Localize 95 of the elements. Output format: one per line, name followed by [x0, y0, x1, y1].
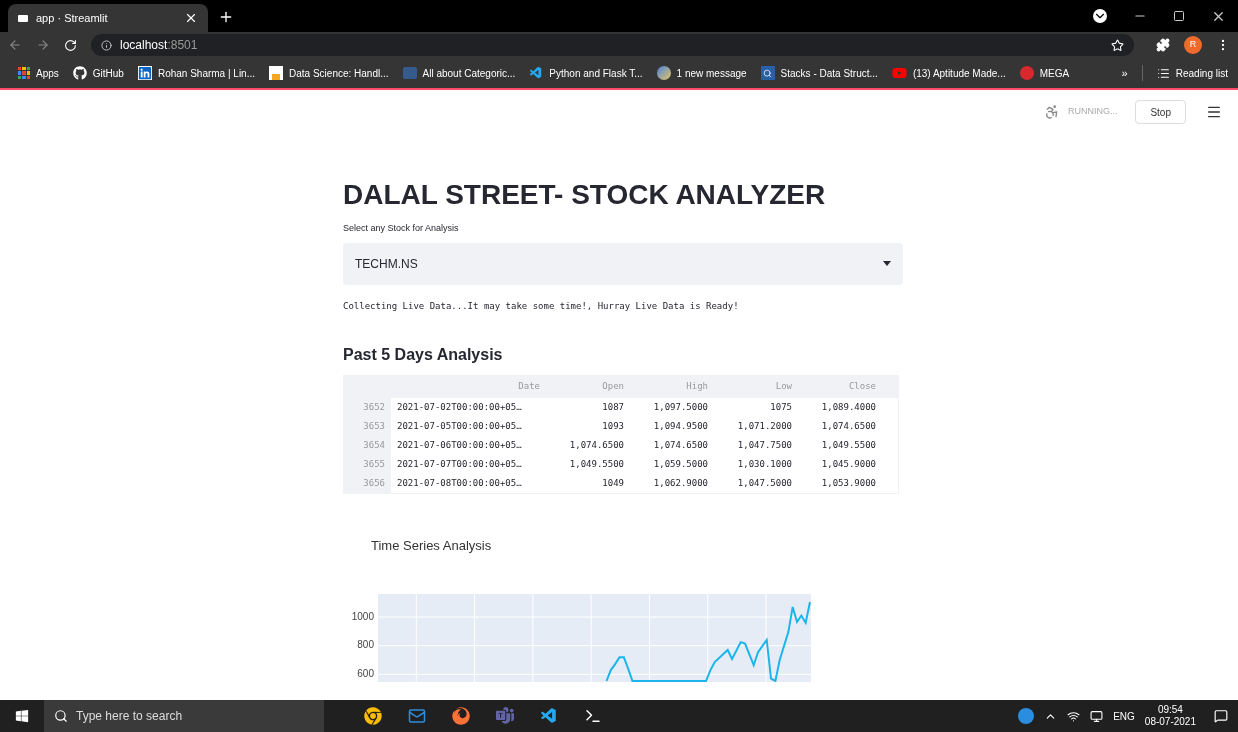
- y-tick-label: 600: [357, 668, 374, 679]
- tab-title: app · Streamlit: [36, 10, 109, 26]
- bookmark-item[interactable]: Data Science: Handl...: [269, 65, 389, 81]
- help-icon[interactable]: [1018, 708, 1035, 724]
- clock-date[interactable]: 08-07-2021: [1144, 716, 1196, 728]
- bookmark-item[interactable]: GitHub: [72, 65, 124, 81]
- table-cell-text: 2021-07-06T00:00:00+05…: [396, 438, 523, 452]
- table-cell-text: 1,053.9000: [820, 476, 877, 490]
- new-tab-icon[interactable]: [218, 9, 234, 25]
- table-cell-text: 2021-07-08T00:00:00+05…: [396, 476, 523, 490]
- running-status: RUNNING...: [1067, 105, 1118, 119]
- table-cell-text: 2021-07-07T00:00:00+05…: [396, 457, 523, 471]
- video-play-icon: [891, 66, 907, 80]
- browser-icon[interactable]: [364, 707, 382, 725]
- notifications-icon[interactable]: [1214, 709, 1228, 723]
- chart-title: Time Series Analysis: [371, 537, 493, 555]
- teams-icon[interactable]: [496, 707, 514, 725]
- running-figure-icon: [1043, 104, 1060, 120]
- bookmark-item[interactable]: 1 new message: [656, 65, 747, 81]
- table-cell-text: 1,030.1000: [736, 457, 793, 471]
- bookmark-overflow[interactable]: »: [1121, 64, 1128, 82]
- taskbar-search-field[interactable]: Type here to search: [44, 700, 324, 732]
- table-cell-text: 1,074.6500: [568, 438, 625, 452]
- table-cell-text: 1,059.5000: [652, 457, 709, 471]
- table-cell-text: 1,049.5500: [820, 438, 877, 452]
- table-cell-text: 1,049.5500: [568, 457, 625, 471]
- clock-time[interactable]: 09:54: [1157, 704, 1183, 716]
- table-cell-text: 1,045.9000: [820, 457, 877, 471]
- table-cell-text: 1,074.6500: [820, 419, 877, 433]
- list-icon: [1156, 66, 1170, 80]
- bookmark-item[interactable]: Apps: [18, 65, 59, 81]
- table-cell-text: 1075: [769, 400, 793, 414]
- page-title: DALAL STREET- STOCK ANALYZER: [343, 178, 827, 212]
- table-cell-text: 1,047.5000: [736, 476, 793, 490]
- row-index: 3655: [344, 455, 391, 474]
- section-heading: Past 5 Days Analysis: [343, 345, 504, 365]
- table-cell-text: 1093: [601, 419, 625, 433]
- search-icon: [54, 709, 68, 723]
- code-editor-icon[interactable]: [540, 707, 558, 725]
- bookmark-item[interactable]: All about Categoric...: [402, 65, 516, 81]
- bookmark-item[interactable]: MEGA: [1019, 65, 1070, 81]
- reading-list-button[interactable]: Reading list: [1156, 65, 1228, 81]
- table-cell-text: 2021-07-05T00:00:00+05…: [396, 419, 523, 433]
- bookmark-item[interactable]: (13) Aptitude Made...: [891, 65, 1006, 81]
- select-label: Select any Stock for Analysis: [343, 222, 460, 235]
- terminal-icon[interactable]: [584, 707, 602, 725]
- table-cell-text: 1,071.2000: [736, 419, 793, 433]
- row-index: 3656: [344, 474, 391, 493]
- extensions-icon[interactable]: [1156, 38, 1170, 52]
- bookmark-item[interactable]: Python and Flask T...: [529, 65, 643, 81]
- forward-icon[interactable]: [36, 38, 50, 52]
- table-cell-text: 1,074.6500: [652, 438, 709, 452]
- github-icon: [72, 66, 87, 80]
- reload-icon[interactable]: [64, 38, 77, 52]
- start-icon[interactable]: [15, 709, 29, 723]
- status-message: Collecting Live Data...It may take some time!, Hurray Live Data is Ready!: [343, 299, 740, 313]
- bookmark-star-icon[interactable]: [1111, 38, 1124, 52]
- restore-icon[interactable]: [1173, 10, 1185, 22]
- close-icon[interactable]: [184, 11, 198, 25]
- mail-icon[interactable]: [408, 707, 426, 725]
- stock-select[interactable]: TECHM.NS: [343, 242, 903, 285]
- address-bar[interactable]: localhost:8501: [91, 34, 1134, 56]
- search-square-icon: [760, 66, 775, 80]
- table-cell-text: 1,062.9000: [652, 476, 709, 490]
- stop-button[interactable]: Stop: [1135, 100, 1186, 124]
- table-cell-text: 1,097.5000: [652, 400, 709, 414]
- table-cell-text: 1,094.9500: [652, 419, 709, 433]
- browser-tab[interactable]: app · Streamlit: [8, 4, 208, 32]
- tab-search-icon[interactable]: [1093, 9, 1107, 23]
- bookmark-item[interactable]: Rohan Sharma | Lin...: [137, 65, 256, 81]
- chart-doc-icon: [269, 66, 284, 80]
- firefox-icon[interactable]: [452, 707, 470, 725]
- table-cell-text: 1087: [601, 400, 625, 414]
- language-indicator[interactable]: ENG: [1113, 708, 1135, 724]
- code-editor-icon: [529, 66, 544, 80]
- table-cell-text: 1,089.4000: [820, 400, 877, 414]
- info-icon[interactable]: [101, 39, 112, 51]
- circle-logo-icon: [1019, 66, 1034, 80]
- menu-icon[interactable]: [1206, 104, 1222, 120]
- row-index: 3653: [344, 417, 391, 436]
- row-index: 3654: [344, 436, 391, 455]
- colorful-logo-icon: [656, 66, 671, 80]
- linkedin-icon: [137, 66, 152, 80]
- row-index: 3652: [344, 398, 391, 417]
- bookmark-item[interactable]: Stacks - Data Struct...: [760, 65, 878, 81]
- back-icon[interactable]: [8, 38, 22, 52]
- table-cell-text: 1049: [601, 476, 625, 490]
- caret-icon: [883, 261, 891, 266]
- table-cell-text: 1,047.7500: [736, 438, 793, 452]
- y-tick-label: 1000: [351, 611, 374, 622]
- y-tick-label: 800: [357, 640, 374, 651]
- square-logo-icon: [402, 67, 417, 79]
- network-icon[interactable]: [1067, 709, 1081, 723]
- table-cell-text: 2021-07-02T00:00:00+05…: [396, 400, 523, 414]
- apps-grid-icon: [18, 67, 30, 79]
